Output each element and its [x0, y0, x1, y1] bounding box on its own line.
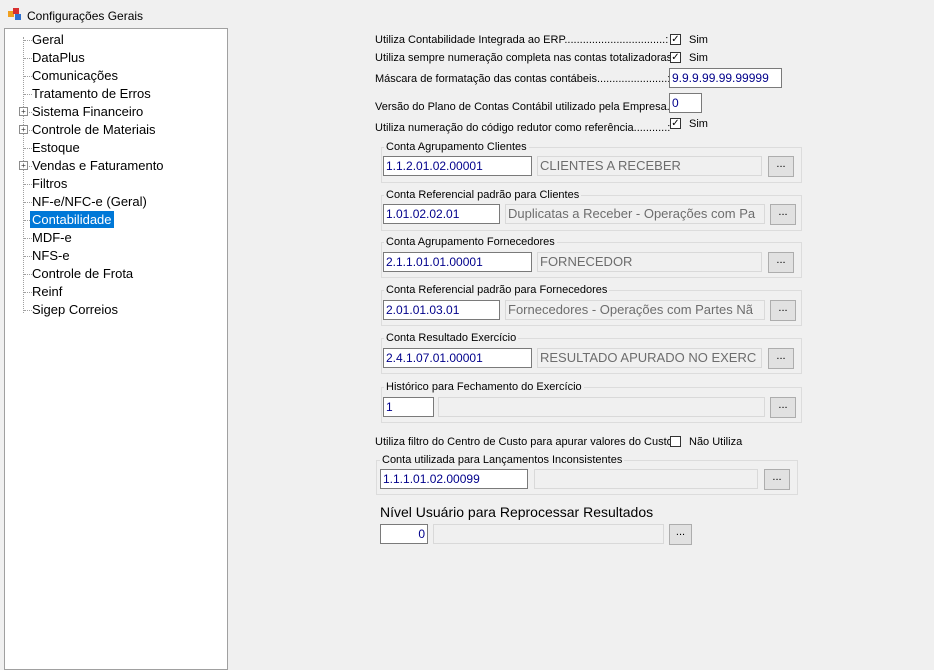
tree-item-5[interactable]: Controle de Materiais: [30, 121, 158, 138]
tree-expand-icon[interactable]: +: [19, 161, 28, 170]
tree-item-10[interactable]: Contabilidade: [30, 211, 114, 228]
full-numbering-label: Utiliza sempre numeração completa nas co…: [375, 52, 676, 64]
cost-center-checkbox[interactable]: [670, 436, 681, 447]
title-bar: Configurações Gerais: [0, 0, 934, 28]
tree-item-8[interactable]: Filtros: [30, 175, 69, 192]
nivel-usuario-input[interactable]: 0: [380, 524, 428, 544]
mask-input[interactable]: 9.9.9.99.99.99999: [669, 68, 782, 88]
app-icon: [8, 8, 22, 20]
clientes-description: CLIENTES A RECEBER: [537, 156, 762, 176]
integrated-erp-label: Utiliza Contabilidade Integrada ao ERP..…: [375, 34, 669, 46]
cost-center-label: Utiliza filtro do Centro de Custo para a…: [375, 436, 676, 448]
nivel-usuario-browse-button[interactable]: ...: [669, 524, 692, 545]
tree-item-1[interactable]: DataPlus: [30, 49, 87, 66]
inconsistentes-browse-button[interactable]: ...: [764, 469, 790, 490]
fornecedores-description: FORNECEDOR: [537, 252, 762, 272]
fornecedores-browse-button[interactable]: ...: [768, 252, 794, 273]
plan-version-input[interactable]: 0: [669, 93, 702, 113]
tree-item-13[interactable]: Controle de Frota: [30, 265, 135, 282]
tree-item-3[interactable]: Tratamento de Erros: [30, 85, 153, 102]
nivel-usuario-title: Nível Usuário para Reprocessar Resultado…: [380, 504, 654, 520]
tree-item-7[interactable]: Vendas e Faturamento: [30, 157, 166, 174]
inconsistentes-code-input[interactable]: 1.1.1.01.02.00099: [380, 469, 528, 489]
full-numbering-checkbox[interactable]: ✓: [670, 52, 681, 63]
tree-item-11[interactable]: MDF-e: [30, 229, 74, 246]
tree-expand-icon[interactable]: +: [19, 125, 28, 134]
inconsistentes-description: [534, 469, 758, 489]
resultado-group-title: Conta Resultado Exercício: [384, 332, 519, 344]
resultado-description: RESULTADO APURADO NO EXERC: [537, 348, 762, 368]
window-title: Configurações Gerais: [27, 9, 144, 23]
integrated-erp-value: Sim: [689, 34, 708, 46]
reducer-code-value: Sim: [689, 118, 708, 130]
tree-item-6[interactable]: Estoque: [30, 139, 82, 156]
nivel-usuario-description: [433, 524, 664, 544]
clientes-code-input[interactable]: 1.1.2.01.02.00001: [383, 156, 532, 176]
historico-description: [438, 397, 765, 417]
tree-item-2[interactable]: Comunicações: [30, 67, 120, 84]
clientes-group-title: Conta Agrupamento Clientes: [384, 141, 529, 153]
ref-fornecedores-code-input[interactable]: 2.01.01.03.01: [383, 300, 500, 320]
mask-label: Máscara de formatação das contas contábe…: [375, 73, 671, 85]
resultado-code-input[interactable]: 2.4.1.07.01.00001: [383, 348, 532, 368]
ref-fornecedores-group-title: Conta Referencial padrão para Fornecedor…: [384, 284, 610, 296]
cost-center-value: Não Utiliza: [689, 436, 743, 448]
inconsistentes-group-title: Conta utilizada para Lançamentos Inconsi…: [380, 454, 625, 466]
tree-item-0[interactable]: Geral: [30, 31, 66, 48]
tree-item-14[interactable]: Reinf: [30, 283, 64, 300]
reducer-code-label: Utiliza numeração do código redutor como…: [375, 122, 671, 134]
tree-expand-icon[interactable]: +: [19, 107, 28, 116]
ref-clientes-browse-button[interactable]: ...: [770, 204, 796, 225]
clientes-browse-button[interactable]: ...: [768, 156, 794, 177]
ref-fornecedores-description: Fornecedores - Operações com Partes Nã: [505, 300, 765, 320]
plan-version-label: Versão do Plano de Contas Contábil utili…: [375, 101, 673, 113]
integrated-erp-checkbox[interactable]: ✓: [670, 34, 681, 45]
ref-clientes-group-title: Conta Referencial padrão para Clientes: [384, 189, 582, 201]
ref-clientes-code-input[interactable]: 1.01.02.02.01: [383, 204, 500, 224]
ref-clientes-description: Duplicatas a Receber - Operações com Pa: [505, 204, 765, 224]
historico-group-title: Histórico para Fechamento do Exercício: [384, 381, 584, 393]
tree-item-9[interactable]: NF-e/NFC-e (Geral): [30, 193, 149, 210]
resultado-browse-button[interactable]: ...: [768, 348, 794, 369]
settings-tree[interactable]: Geral DataPlus Comunicações Tratamento de E…: [4, 28, 228, 670]
tree-item-15[interactable]: Sigep Correios: [30, 301, 120, 318]
tree-connector-line: [23, 37, 24, 313]
full-numbering-value: Sim: [689, 52, 708, 64]
fornecedores-code-input[interactable]: 2.1.1.01.01.00001: [383, 252, 532, 272]
fornecedores-group-title: Conta Agrupamento Fornecedores: [384, 236, 557, 248]
historico-browse-button[interactable]: ...: [770, 397, 796, 418]
tree-item-4[interactable]: Sistema Financeiro: [30, 103, 145, 120]
historico-code-input[interactable]: 1: [383, 397, 434, 417]
tree-item-12[interactable]: NFS-e: [30, 247, 72, 264]
reducer-code-checkbox[interactable]: ✓: [670, 118, 681, 129]
ref-fornecedores-browse-button[interactable]: ...: [770, 300, 796, 321]
